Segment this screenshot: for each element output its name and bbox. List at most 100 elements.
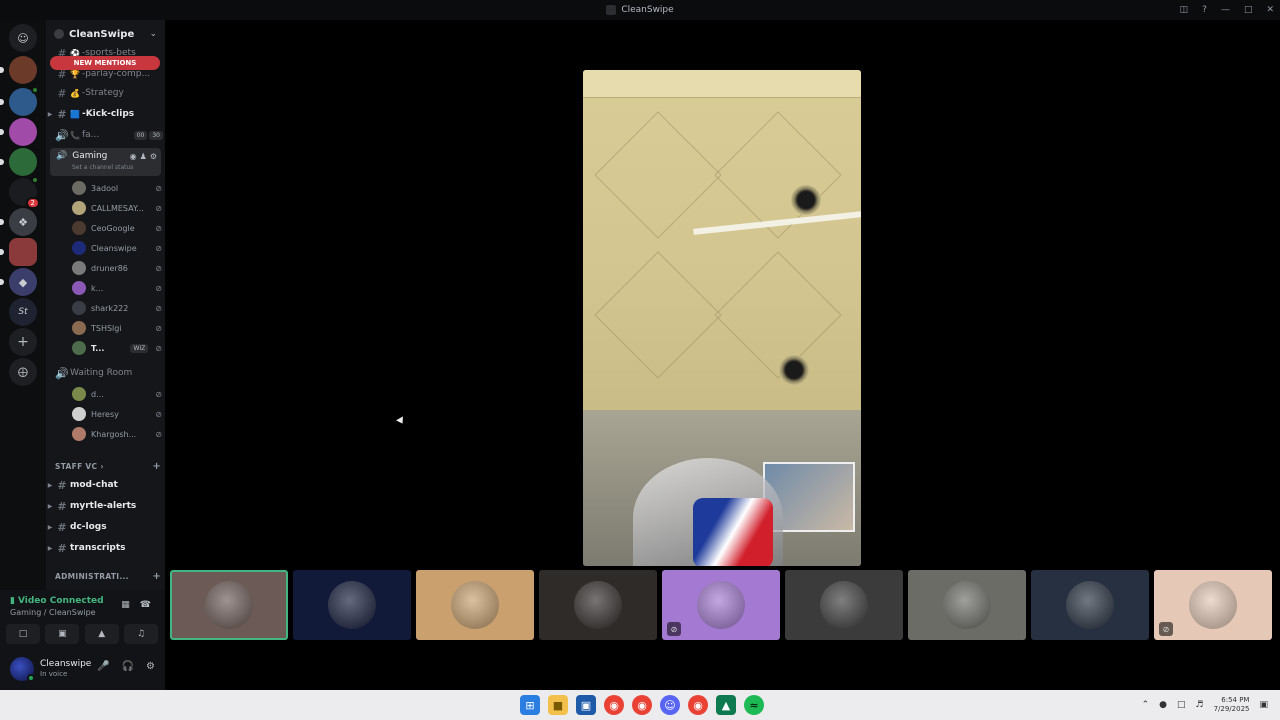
- inbox-icon[interactable]: ◫: [1180, 5, 1189, 15]
- server-icon[interactable]: ◆: [0, 268, 37, 296]
- participant-tile[interactable]: [293, 570, 411, 640]
- server-icon[interactable]: [0, 118, 37, 146]
- participant-tile[interactable]: ⊘: [1154, 570, 1272, 640]
- avatar: [72, 201, 86, 215]
- soundboard-button[interactable]: ♫: [123, 624, 158, 644]
- voice-member[interactable]: CALLMESAY... ⊘: [72, 199, 162, 217]
- muted-icon: ⊘: [667, 622, 681, 636]
- participant-tile[interactable]: [170, 570, 288, 640]
- channel-dc-logs[interactable]: ▶ # dc-logs: [46, 518, 165, 536]
- store-icon[interactable]: ▣: [576, 695, 596, 715]
- channel-label: fa...: [81, 130, 100, 140]
- voice-member[interactable]: TSHSlgi ⊘: [72, 319, 162, 337]
- channel-strategy[interactable]: # 💰 -Strategy: [46, 84, 165, 102]
- channel-sidebar: CleanSwipe ⌄ # ⚽ -sports-bets # 🏆 -parla…: [46, 20, 165, 590]
- spotify-icon[interactable]: ≈: [744, 695, 764, 715]
- channel-voice-fa[interactable]: 🔊 📞 fa... 00 30: [46, 126, 165, 144]
- server-icon[interactable]: 2: [9, 176, 40, 209]
- volume-icon[interactable]: ♬: [1196, 700, 1204, 710]
- voice-location[interactable]: Gaming / CleanSwipe: [10, 608, 96, 617]
- maximize-button[interactable]: □: [1244, 5, 1253, 15]
- new-mentions-banner[interactable]: NEW MENTIONS: [50, 56, 160, 70]
- add-channel-icon[interactable]: +: [152, 571, 161, 582]
- discord-icon[interactable]: ☺: [660, 695, 680, 715]
- camera-off-button[interactable]: □: [6, 624, 40, 644]
- screen-share-button[interactable]: ▣: [45, 624, 80, 644]
- chevron-up-icon[interactable]: ⌃: [1142, 700, 1150, 710]
- channel-emoji: 💰: [70, 88, 80, 98]
- chrome-icon[interactable]: ◉: [688, 695, 708, 715]
- minimize-button[interactable]: —: [1221, 5, 1230, 15]
- voice-channel-waiting-room[interactable]: 🔊 Waiting Room: [46, 364, 165, 382]
- voice-member[interactable]: k... ⊘: [72, 279, 162, 297]
- voice-member[interactable]: Heresy ⊘: [72, 405, 162, 423]
- speaker-icon: 🔊: [55, 366, 69, 380]
- help-icon[interactable]: ?: [1202, 5, 1207, 15]
- microphone-icon[interactable]: ●: [1159, 700, 1167, 710]
- avatar: [72, 221, 86, 235]
- avatar[interactable]: [10, 657, 35, 682]
- microphone-icon[interactable]: 🎤: [97, 661, 109, 672]
- gear-icon[interactable]: ⚙: [150, 152, 157, 161]
- voice-member[interactable]: Khargosh... ⊘: [72, 425, 162, 443]
- activities-button[interactable]: ▲: [84, 624, 119, 644]
- disconnect-icon[interactable]: ☎: [140, 600, 151, 610]
- notifications-icon[interactable]: ▣: [1259, 700, 1268, 710]
- chat-icon[interactable]: ◉: [130, 152, 137, 161]
- voice-member[interactable]: CeoGoogle ⊘: [72, 219, 162, 237]
- avatar: [72, 181, 86, 195]
- server-icon[interactable]: [0, 238, 37, 266]
- category-administrative[interactable]: ADMINISTRATI... +: [55, 569, 161, 583]
- channel-status[interactable]: Set a channel status: [50, 164, 161, 171]
- start-icon[interactable]: ⊞: [520, 695, 540, 715]
- channel-myrtle-alerts[interactable]: ▶ # myrtle-alerts: [46, 497, 165, 515]
- channel-mod-chat[interactable]: ▶ # mod-chat: [46, 476, 165, 494]
- category-label: ADMINISTRATI...: [55, 571, 129, 581]
- avatar: [820, 581, 868, 629]
- voice-member[interactable]: d... ⊘: [72, 385, 162, 403]
- discover-icon[interactable]: ⨁: [9, 358, 37, 386]
- participant-tile[interactable]: [908, 570, 1026, 640]
- category-staff-vc[interactable]: STAFF VC › +: [55, 459, 161, 473]
- voice-channel-gaming[interactable]: 🔊 Gaming ◉ ♟ ⚙ Set a channel status: [50, 148, 161, 176]
- focused-video-stream[interactable]: [583, 70, 861, 566]
- gear-icon[interactable]: ⚙: [146, 661, 155, 672]
- network-icon[interactable]: □: [1177, 700, 1186, 710]
- caret-right-icon: ▶: [47, 523, 53, 531]
- avatar: [72, 427, 86, 441]
- invite-icon[interactable]: ♟: [140, 152, 147, 161]
- participant-tile[interactable]: [416, 570, 534, 640]
- server-icon[interactable]: [0, 148, 37, 176]
- system-tray: ⌃ ● □ ♬ 6:54 PM 7/29/2025 ▣: [1142, 695, 1268, 715]
- voice-member[interactable]: T... WIZ ⊘: [72, 339, 162, 357]
- participant-tile[interactable]: [539, 570, 657, 640]
- voice-member[interactable]: 3adool ⊘: [72, 179, 162, 197]
- chrome-icon[interactable]: ◉: [604, 695, 624, 715]
- headphones-icon[interactable]: 🎧: [122, 661, 134, 672]
- direct-messages-icon[interactable]: ☺: [9, 24, 37, 52]
- chrome-icon[interactable]: ◉: [632, 695, 652, 715]
- avatar: [697, 581, 745, 629]
- clock[interactable]: 6:54 PM 7/29/2025: [1214, 696, 1250, 714]
- file-explorer-icon[interactable]: ■: [548, 695, 568, 715]
- participant-tile[interactable]: ⊘: [662, 570, 780, 640]
- caret-right-icon: ▶: [47, 502, 53, 510]
- user-name[interactable]: Cleanswipe: [40, 659, 91, 669]
- participant-tile[interactable]: [785, 570, 903, 640]
- server-icon[interactable]: [0, 56, 37, 84]
- channel-transcripts[interactable]: ▶ # transcripts: [46, 539, 165, 557]
- app-icon[interactable]: ▲: [716, 695, 736, 715]
- noise-suppression-icon[interactable]: ▦: [121, 600, 130, 610]
- server-icon[interactable]: [0, 86, 39, 116]
- close-button[interactable]: ✕: [1266, 5, 1274, 15]
- add-channel-icon[interactable]: +: [152, 461, 161, 472]
- server-icon[interactable]: St: [9, 298, 37, 326]
- server-icon[interactable]: ❖: [0, 208, 37, 236]
- voice-member[interactable]: Cleanswipe ⊘: [72, 239, 162, 257]
- voice-connected-label[interactable]: ▮ Video Connected: [10, 596, 104, 606]
- add-server-icon[interactable]: +: [9, 328, 37, 356]
- channel-kick-clips[interactable]: ▶ # 🟦 -Kick-clips: [46, 105, 165, 123]
- participant-tile[interactable]: [1031, 570, 1149, 640]
- voice-member[interactable]: shark222 ⊘: [72, 299, 162, 317]
- voice-member[interactable]: druner86 ⊘: [72, 259, 162, 277]
